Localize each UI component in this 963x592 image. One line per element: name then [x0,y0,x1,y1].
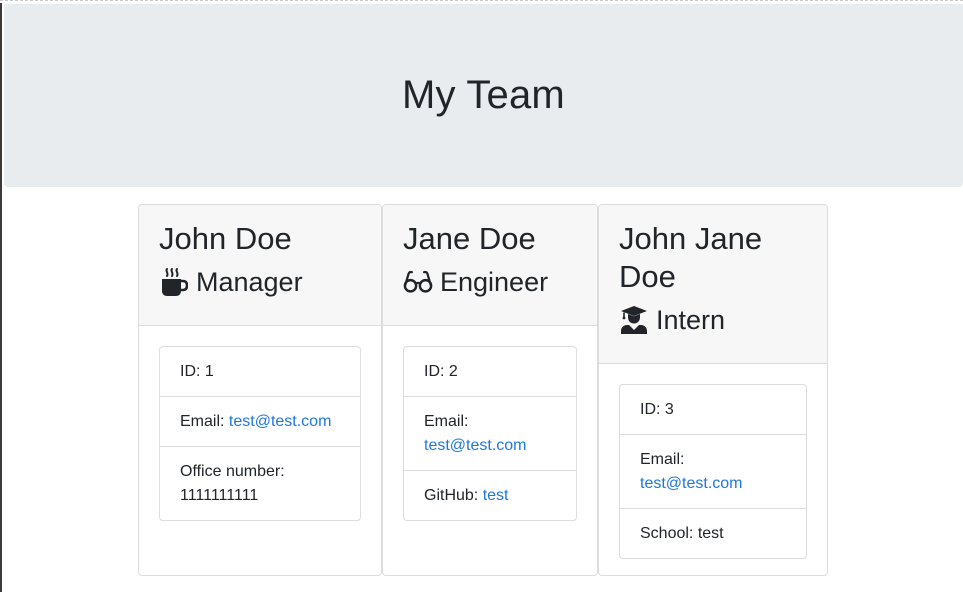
card-body: ID: 1 Email: test@test.com Office number… [139,326,381,541]
id-value: 2 [448,363,458,380]
employee-name: John Doe [159,221,292,256]
employee-role: Manager [159,264,361,300]
id-label: ID: [180,363,201,380]
id-value: 1 [204,363,214,380]
email-link[interactable]: test@test.com [640,475,743,492]
employee-github: GitHub: test [404,471,576,520]
employee-details: ID: 1 Email: test@test.com Office number… [159,346,361,521]
employee-role-label: Intern [656,305,726,335]
top-divider [0,0,963,3]
email-label: Email: [640,451,685,468]
email-label: Email: [180,413,225,430]
school-label: School: [640,525,694,542]
office-number-value: 1111111111 [180,487,259,504]
card-body: ID: 3 Email: test@test.com School: test [599,364,827,575]
employee-email: Email: test@test.com [404,397,576,471]
card-header: Jane Doe Engineer [383,205,597,326]
employee-id: ID: 2 [404,347,576,397]
id-value: 3 [664,401,674,418]
office-number-label: Office number: [180,463,285,480]
employee-school: School: test [620,509,806,558]
email-label: Email: [424,413,469,430]
employee-email: Email: test@test.com [620,435,806,509]
employee-role-label: Manager [196,267,303,297]
employee-role: Engineer [403,264,577,300]
id-label: ID: [424,363,445,380]
employee-role: Intern [619,302,807,338]
window-edge [0,0,2,592]
github-label: GitHub: [424,487,479,504]
card-body: ID: 2 Email: test@test.com GitHub: test [383,326,597,541]
team-cards: John Doe Manager ID: 1 Email: test@test.… [138,204,828,576]
employee-id: ID: 3 [620,385,806,435]
employee-card-manager: John Doe Manager ID: 1 Email: test@test.… [138,204,382,576]
school-value: test [697,525,724,542]
employee-role-label: Engineer [440,267,549,297]
id-label: ID: [640,401,661,418]
github-link[interactable]: test [483,487,509,504]
employee-id: ID: 1 [160,347,360,397]
employee-name: Jane Doe [403,221,536,256]
employee-card-intern: John Jane Doe Intern ID: 3 Email: test@t… [598,204,828,576]
employee-details: ID: 3 Email: test@test.com School: test [619,384,807,559]
email-link[interactable]: test@test.com [424,437,527,454]
glasses-icon [403,267,433,297]
email-link[interactable]: test@test.com [229,413,332,430]
employee-details: ID: 2 Email: test@test.com GitHub: test [403,346,577,521]
card-header: John Jane Doe Intern [599,205,827,364]
employee-office-number: Office number: 1111111111 [160,447,360,520]
card-header: John Doe Manager [139,205,381,326]
employee-name: John Jane Doe [619,221,763,294]
employee-card-engineer: Jane Doe Engineer ID: 2 Email: test@test… [382,204,598,576]
page-title: My Team [402,73,565,117]
page: My Team John Doe Manager ID: 1 Email: te… [0,0,963,592]
employee-email: Email: test@test.com [160,397,360,447]
mug-hot-icon [159,267,189,297]
jumbotron-header: My Team [4,4,963,187]
graduate-icon [619,305,649,335]
